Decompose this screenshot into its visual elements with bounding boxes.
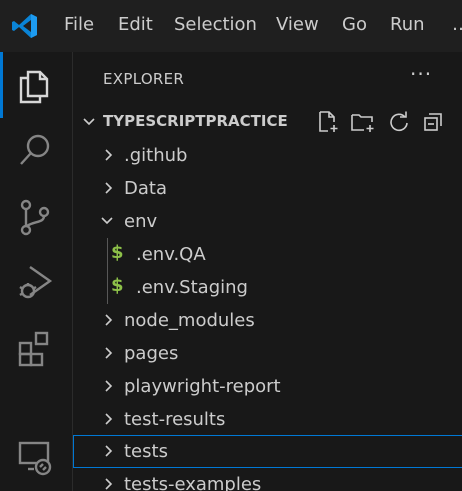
tree-item-label: Data — [124, 178, 167, 199]
remote-explorer-icon — [18, 441, 52, 476]
new-file-icon[interactable] — [316, 110, 340, 134]
source-control-icon — [20, 199, 50, 236]
indent-guide — [107, 238, 108, 271]
activity-explorer[interactable] — [0, 52, 72, 118]
menu-view[interactable]: View — [276, 14, 319, 35]
active-indicator — [0, 52, 3, 118]
tree-item-node-modules[interactable]: node_modules — [73, 304, 462, 337]
indent-guide — [107, 271, 108, 304]
activity-search[interactable] — [0, 118, 72, 184]
extensions-icon — [18, 331, 49, 367]
chevron-right-icon — [105, 314, 113, 326]
menu-selection[interactable]: Selection — [174, 14, 257, 35]
chevron-right-icon — [105, 149, 113, 161]
tree-item-label: node_modules — [124, 310, 255, 331]
chevron-right-icon — [105, 478, 113, 490]
collapse-all-icon[interactable] — [422, 110, 446, 134]
tree-item-data[interactable]: Data — [73, 172, 462, 205]
more-actions-button[interactable]: ··· — [410, 62, 432, 86]
activity-bar — [0, 52, 72, 491]
menu-go[interactable]: Go — [342, 14, 367, 35]
chevron-down-icon — [83, 118, 95, 126]
tree-item-label: test-results — [124, 409, 226, 430]
tree-item-github[interactable]: .github — [73, 139, 462, 172]
tree-item-env-qa[interactable]: $ .env.QA — [73, 238, 462, 271]
activity-extensions[interactable] — [0, 316, 72, 382]
run-debug-icon — [19, 266, 53, 299]
tree-item-label: .env.QA — [136, 244, 206, 265]
title-bar: File Edit Selection View Go Run … — [0, 0, 462, 52]
tree-item-label: tests-examples — [124, 474, 262, 491]
menu-file[interactable]: File — [64, 14, 94, 35]
activity-run-debug[interactable] — [0, 250, 72, 316]
chevron-right-icon — [105, 445, 113, 457]
tree-item-label: .github — [124, 145, 188, 166]
menu-edit[interactable]: Edit — [118, 14, 153, 35]
tree-item-pages[interactable]: pages — [73, 337, 462, 370]
activity-remote-explorer[interactable] — [0, 424, 72, 490]
env-file-icon: $ — [111, 242, 124, 263]
activity-source-control[interactable] — [0, 184, 72, 250]
chevron-down-icon — [101, 217, 113, 225]
vscode-logo-icon — [12, 14, 37, 38]
tree-item-label: .env.Staging — [136, 277, 248, 298]
sidebar-title: EXPLORER — [103, 70, 185, 88]
explorer-icon — [19, 70, 49, 104]
chevron-right-icon — [105, 380, 113, 392]
tree-item-playwright-report[interactable]: playwright-report — [73, 370, 462, 403]
new-folder-icon[interactable] — [350, 110, 376, 134]
search-icon — [20, 134, 50, 165]
tree-item-env-staging[interactable]: $ .env.Staging — [73, 271, 462, 304]
tree-item-tests[interactable]: tests — [73, 435, 462, 468]
chevron-right-icon — [105, 413, 113, 425]
tree-item-label: env — [124, 211, 158, 232]
tree-item-label: pages — [124, 343, 179, 364]
chevron-right-icon — [105, 182, 113, 194]
menu-overflow[interactable]: … — [452, 14, 462, 35]
tree-item-label: playwright-report — [124, 376, 281, 397]
refresh-icon[interactable] — [387, 110, 411, 134]
workspace-section-header[interactable]: TYPESCRIPTPRACTICE — [73, 108, 462, 136]
explorer-sidebar: EXPLORER ··· TYPESCRIPTPRACTICE .github — [72, 52, 462, 491]
workspace-title: TYPESCRIPTPRACTICE — [103, 112, 288, 130]
chevron-right-icon — [105, 347, 113, 359]
env-file-icon: $ — [111, 275, 124, 296]
tree-item-label: tests — [124, 441, 168, 462]
tree-item-test-results[interactable]: test-results — [73, 403, 462, 436]
menu-run[interactable]: Run — [390, 14, 425, 35]
tree-item-tests-examples[interactable]: tests-examples — [73, 468, 462, 491]
tree-item-env[interactable]: env — [73, 205, 462, 238]
